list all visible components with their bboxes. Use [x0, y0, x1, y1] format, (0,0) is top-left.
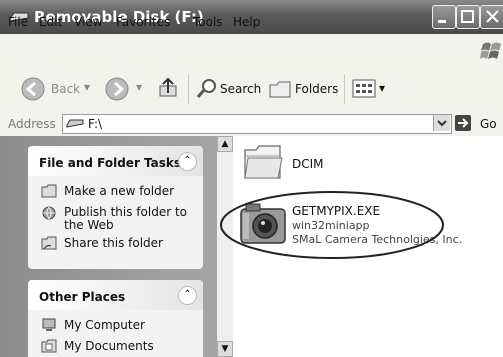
drive-icon: [66, 119, 84, 128]
go-button[interactable]: [455, 115, 471, 131]
folders-icon[interactable]: [268, 77, 292, 101]
folder-icon[interactable]: [242, 142, 284, 182]
menu-file[interactable]: File: [8, 15, 28, 29]
back-button-label[interactable]: Back: [51, 82, 80, 96]
maximize-icon: [461, 10, 474, 23]
search-icon[interactable]: [195, 77, 219, 101]
windows-logo-icon: [480, 42, 501, 59]
address-label: Address: [8, 117, 56, 131]
menu-edit[interactable]: Edit: [39, 15, 62, 29]
place-my-computer[interactable]: My Computer: [64, 318, 145, 332]
search-button-label[interactable]: Search: [220, 82, 261, 96]
close-button[interactable]: [480, 5, 503, 29]
back-dropdown-icon[interactable]: ▾: [84, 80, 90, 94]
collapse-chevron-icon[interactable]: ⌃: [178, 152, 197, 171]
up-folder-icon[interactable]: [156, 76, 182, 102]
highlight-ellipse-annotation: [220, 191, 444, 259]
panel-header[interactable]: Other Places ⌃: [28, 280, 203, 310]
minimize-button[interactable]: [432, 5, 456, 29]
toolbar-separator: [188, 74, 189, 104]
computer-icon: [42, 318, 56, 331]
documents-icon: [41, 339, 57, 353]
menu-favorites[interactable]: Favorites: [116, 15, 170, 29]
new-folder-icon: [41, 184, 57, 198]
task-make-new-folder[interactable]: Make a new folder: [64, 184, 174, 198]
menu-bar: [0, 34, 503, 67]
task-publish-folder[interactable]: Publish this folder to the Web: [64, 206, 187, 232]
share-folder-icon: [41, 236, 57, 250]
globe-icon: [42, 206, 56, 220]
file-folder-tasks-panel: File and Folder Tasks ⌃ Make a new folde…: [28, 146, 203, 269]
go-label[interactable]: Go: [480, 117, 497, 131]
address-dropdown-button[interactable]: [433, 115, 450, 131]
maximize-button[interactable]: [456, 5, 480, 29]
panel-title: Other Places: [39, 290, 126, 304]
menu-tools[interactable]: Tools: [193, 15, 223, 29]
menu-view[interactable]: View: [74, 15, 102, 29]
panel-header[interactable]: File and Folder Tasks ⌃: [28, 146, 203, 176]
back-arrow-icon[interactable]: [20, 76, 46, 102]
task-share-folder[interactable]: Share this folder: [64, 236, 163, 250]
forward-dropdown-icon[interactable]: ▾: [136, 80, 142, 94]
file-name-dcim[interactable]: DCIM: [292, 157, 324, 171]
address-input[interactable]: [62, 114, 452, 134]
toolbar-separator: [344, 74, 345, 104]
collapse-chevron-icon[interactable]: ⌃: [178, 286, 197, 305]
close-icon: [486, 10, 499, 23]
menu-help[interactable]: Help: [233, 15, 260, 29]
task-pane: File and Folder Tasks ⌃ Make a new folde…: [0, 136, 217, 357]
scroll-up-icon[interactable]: ▲: [217, 136, 233, 152]
forward-arrow-icon[interactable]: [104, 76, 130, 102]
panel-title: File and Folder Tasks: [39, 156, 182, 170]
place-my-documents[interactable]: My Documents: [64, 339, 154, 353]
scroll-down-icon[interactable]: ▼: [217, 341, 233, 357]
views-dropdown-icon[interactable]: ▾: [379, 81, 385, 95]
explorer-window: Removable Disk (F:) File Edit View Favor…: [0, 0, 503, 357]
views-icon[interactable]: [352, 79, 378, 99]
address-value[interactable]: F:\: [88, 117, 102, 131]
chevron-down-icon: [437, 120, 447, 127]
other-places-panel: Other Places ⌃ My Computer My Documents: [28, 280, 203, 357]
minimize-icon: [438, 20, 446, 23]
go-arrow-icon: [458, 118, 469, 128]
folders-button-label[interactable]: Folders: [295, 82, 338, 96]
